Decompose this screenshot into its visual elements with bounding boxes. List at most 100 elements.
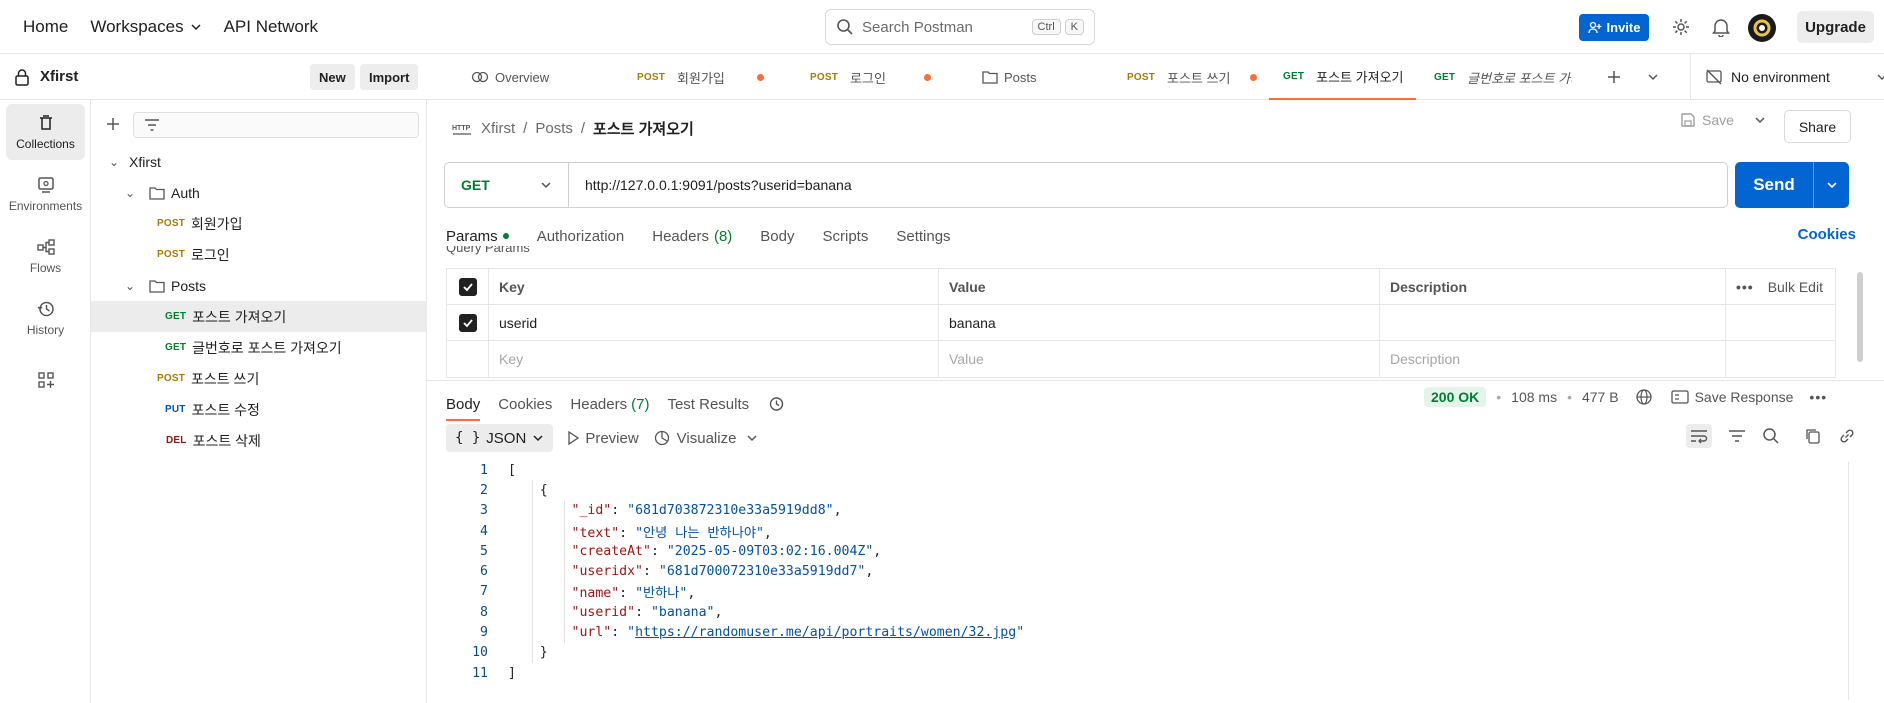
tree-folder-auth[interactable]: ⌄ Auth bbox=[91, 177, 427, 208]
tab-overview[interactable]: Overview bbox=[471, 54, 549, 100]
upgrade-button[interactable]: Upgrade bbox=[1797, 11, 1874, 43]
param-value-input[interactable]: Value bbox=[939, 341, 1380, 377]
param-row-spacer bbox=[1726, 341, 1835, 377]
rail-add-workbench[interactable] bbox=[6, 352, 85, 408]
code-scrollbar-track[interactable] bbox=[1848, 462, 1849, 700]
tab-body[interactable]: Body bbox=[760, 228, 794, 245]
tree-folder-posts[interactable]: ⌄ Posts bbox=[91, 270, 427, 301]
home-link[interactable]: Home bbox=[12, 17, 79, 37]
tab-scripts[interactable]: Scripts bbox=[823, 228, 869, 245]
tree-item-signup[interactable]: POST 회원가입 bbox=[91, 208, 427, 239]
chevron-down-icon[interactable] bbox=[1647, 71, 1659, 83]
avatar[interactable] bbox=[1748, 14, 1776, 42]
filter-input[interactable] bbox=[133, 112, 419, 138]
tab-settings[interactable]: Settings bbox=[896, 228, 950, 245]
breadcrumb-folder[interactable]: Posts bbox=[535, 120, 573, 137]
tab-params[interactable]: Params bbox=[446, 228, 509, 245]
param-description[interactable] bbox=[1380, 305, 1726, 340]
tree-item-write-post[interactable]: POST 포스트 쓰기 bbox=[91, 363, 427, 394]
tree-item-get-post-by-id[interactable]: GET 글번호로 포스트 가져오기 bbox=[91, 332, 427, 363]
chevron-down-icon[interactable] bbox=[1754, 114, 1766, 126]
params-scrollbar[interactable] bbox=[1857, 272, 1863, 362]
visualize-button[interactable]: Visualize bbox=[653, 429, 759, 447]
send-button[interactable]: Send bbox=[1735, 162, 1849, 208]
plus-icon[interactable] bbox=[105, 116, 121, 132]
notification-bell-icon[interactable] bbox=[1709, 15, 1733, 39]
tab-write-post[interactable]: POST 포스트 쓰기 bbox=[1127, 54, 1258, 100]
tab-signup[interactable]: POST 회원가입 bbox=[637, 54, 764, 100]
tab-get-post-by-id[interactable]: GET 글번호로 포스트 가져오기 bbox=[1434, 54, 1572, 100]
url-input[interactable]: http://127.0.0.1:9091/posts?userid=banan… bbox=[569, 177, 852, 193]
filter-icon[interactable] bbox=[1728, 429, 1746, 443]
new-button[interactable]: New bbox=[310, 64, 355, 90]
tab-posts[interactable]: Posts bbox=[982, 54, 1037, 100]
format-label: JSON bbox=[486, 429, 527, 447]
history-icon[interactable] bbox=[767, 395, 785, 413]
rail-flows[interactable]: Flows bbox=[6, 228, 85, 284]
param-key-input[interactable]: Key bbox=[489, 341, 939, 377]
response-time[interactable]: 108 ms bbox=[1511, 389, 1557, 405]
param-checkbox[interactable] bbox=[447, 305, 489, 340]
response-body-code[interactable]: 1[ 2 { 3 "_id": "681d703872310e33a5919dd… bbox=[446, 460, 1856, 700]
search-input[interactable]: Search Postman Ctrl K bbox=[825, 9, 1095, 45]
tree-item-login[interactable]: POST 로그인 bbox=[91, 239, 427, 270]
chevron-down-icon[interactable] bbox=[746, 432, 758, 444]
environment-select[interactable]: No environment bbox=[1690, 54, 1884, 100]
tree-item-delete-post[interactable]: DEL 포스트 삭제 bbox=[91, 425, 427, 456]
preview-button[interactable]: Preview bbox=[567, 430, 639, 447]
response-size[interactable]: 477 B bbox=[1582, 389, 1619, 405]
bulk-edit-link[interactable]: Bulk Edit bbox=[1768, 279, 1823, 295]
share-button[interactable]: Share bbox=[1784, 110, 1851, 143]
headers-count: (7) bbox=[631, 395, 650, 413]
more-icon[interactable]: ••• bbox=[1809, 389, 1827, 405]
rail-history[interactable]: History bbox=[6, 290, 85, 346]
param-value[interactable]: banana bbox=[939, 305, 1380, 340]
tab-login[interactable]: POST 로그인 bbox=[810, 54, 931, 100]
invite-button[interactable]: Invite bbox=[1579, 14, 1649, 41]
cookies-link[interactable]: Cookies bbox=[1798, 226, 1856, 243]
link-icon[interactable] bbox=[1838, 427, 1856, 445]
tab-label: 글번호로 포스트 가져오기 bbox=[1467, 70, 1572, 86]
pane-divider[interactable] bbox=[427, 380, 1884, 381]
status-badge[interactable]: 200 OK bbox=[1424, 387, 1487, 407]
search-icon[interactable] bbox=[1762, 427, 1780, 445]
import-button[interactable]: Import bbox=[360, 64, 419, 90]
tab-authorization[interactable]: Authorization bbox=[537, 228, 625, 245]
workspaces-menu[interactable]: Workspaces bbox=[79, 17, 212, 37]
globe-icon[interactable] bbox=[1635, 388, 1653, 406]
save-response-button[interactable]: Save Response bbox=[1670, 389, 1793, 405]
resp-tab-cookies[interactable]: Cookies bbox=[498, 396, 552, 413]
resp-tab-test-results[interactable]: Test Results bbox=[667, 396, 749, 413]
settings-icon[interactable] bbox=[1669, 15, 1693, 39]
breadcrumb-request[interactable]: 포스트 가져오기 bbox=[593, 118, 694, 139]
method-select[interactable]: GET bbox=[445, 163, 569, 207]
resp-tab-body[interactable]: Body bbox=[446, 396, 481, 421]
breadcrumb-collection[interactable]: Xfirst bbox=[481, 120, 515, 137]
param-key[interactable]: userid bbox=[489, 305, 939, 340]
api-network-link[interactable]: API Network bbox=[213, 17, 329, 37]
code-text: "userid": "banana", bbox=[571, 604, 723, 620]
rail-environments[interactable]: Environments bbox=[6, 166, 85, 222]
request-name: 포스트 쓰기 bbox=[191, 370, 260, 387]
save-button[interactable]: Save bbox=[1680, 112, 1766, 128]
param-description-input[interactable]: Description bbox=[1380, 341, 1726, 377]
method-badge: PUT bbox=[165, 404, 186, 415]
select-all-checkbox[interactable] bbox=[447, 269, 489, 304]
tree-item-get-posts[interactable]: GET 포스트 가져오기 bbox=[91, 301, 427, 332]
json-key: "_id" bbox=[571, 503, 612, 519]
wrap-lines-icon[interactable] bbox=[1686, 424, 1712, 448]
tree-item-edit-post[interactable]: PUT 포스트 수정 bbox=[91, 394, 427, 425]
request-name: 포스트 삭제 bbox=[192, 432, 261, 449]
more-icon[interactable]: ••• bbox=[1736, 279, 1754, 295]
send-options[interactable] bbox=[1813, 162, 1849, 208]
json-value-url-link[interactable]: https://randomuser.me/api/portraits/wome… bbox=[635, 625, 1016, 640]
tree-collection-xfirst[interactable]: ⌄ Xfirst bbox=[91, 146, 427, 177]
add-tab-icon[interactable] bbox=[1606, 69, 1622, 85]
resp-tab-headers[interactable]: Headers (7) bbox=[570, 396, 649, 413]
rail-collections[interactable]: Collections bbox=[6, 104, 85, 160]
copy-icon[interactable] bbox=[1804, 427, 1822, 445]
overview-icon bbox=[471, 71, 489, 83]
tab-get-posts[interactable]: GET 포스트 가져오기 bbox=[1269, 54, 1416, 100]
tab-headers[interactable]: Headers (8) bbox=[652, 228, 732, 245]
format-select[interactable]: { } JSON bbox=[446, 424, 554, 452]
